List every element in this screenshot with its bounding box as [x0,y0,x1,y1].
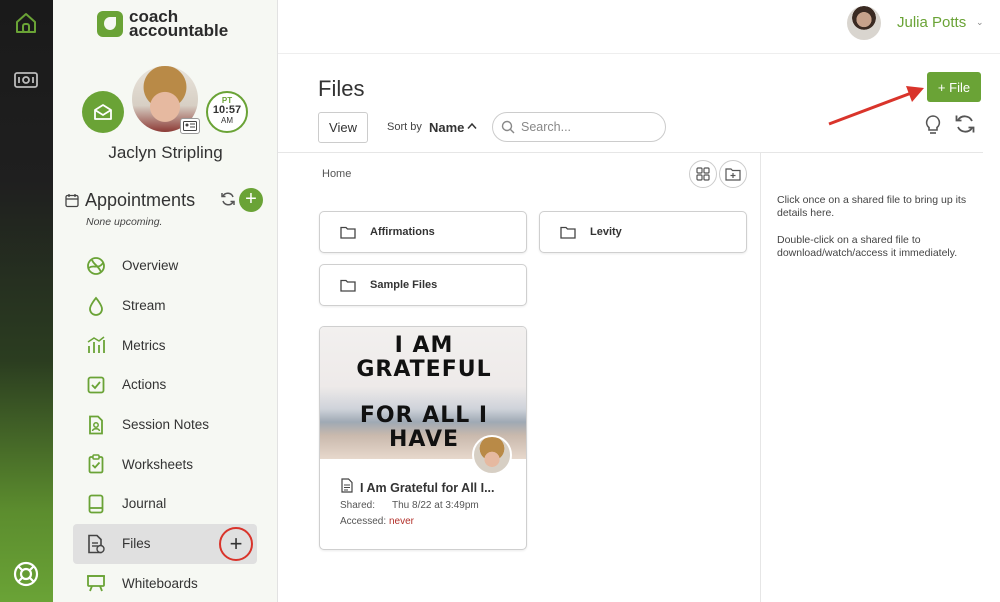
folder-icon [560,226,576,239]
details-panel-hint: Click once on a shared file to bring up … [777,194,967,259]
nav-item-actions[interactable]: Actions [73,365,257,405]
refresh-icon[interactable] [954,113,976,135]
new-folder-button[interactable] [719,160,747,188]
chevron-up-icon[interactable] [467,122,477,130]
add-appointment-button[interactable]: + [239,188,263,212]
nav-item-metrics[interactable]: Metrics [73,325,257,365]
nav-item-stream[interactable]: Stream [73,286,257,326]
folder-plus-icon [725,168,741,181]
chevron-down-icon[interactable]: ⌄ [976,17,984,28]
actions-check-icon [86,375,106,395]
header-divider [278,53,1000,54]
file-shared-row: Shared: Thu 8/22 at 3:49pm [340,500,479,511]
appointments-refresh-icon[interactable] [220,191,236,207]
nav-item-whiteboards[interactable]: Whiteboards [73,564,257,602]
add-file-button[interactable]: + File [927,72,981,102]
envelope-icon [94,104,112,120]
logo-leaf-icon [97,11,123,37]
search-input[interactable] [521,120,661,134]
nav-item-files[interactable]: Files + [73,523,257,564]
file-card[interactable]: I AM GRATEFUL FOR ALL I HAVE I Am Gratef… [319,326,527,550]
user-menu-name[interactable]: Julia Potts [897,14,966,31]
nav-item-journal[interactable]: Journal [73,484,257,524]
files-icon [86,534,106,554]
user-avatar[interactable] [847,6,881,40]
grid-view-button[interactable] [689,160,717,188]
journal-icon [86,494,106,514]
shared-by-avatar [472,435,512,475]
client-sidebar: coach accountable PT 10:57 AM Jaclyn Str… [53,0,278,602]
folder-affirmations[interactable]: Affirmations [319,211,527,253]
client-local-time: PT 10:57 AM [206,91,248,133]
whiteboard-icon [86,573,106,593]
sort-field-select[interactable]: Name [429,120,464,135]
lightbulb-icon[interactable] [923,114,943,136]
annotation-arrow [826,84,926,128]
metrics-icon [86,335,106,355]
sort-by-label: Sort by [387,121,422,133]
money-icon[interactable] [11,65,41,95]
app-rail [0,0,53,602]
nav-item-worksheets[interactable]: Worksheets [73,444,257,484]
document-icon [341,478,353,493]
client-name: Jaclyn Stripling [108,143,223,162]
client-card-icon[interactable] [180,118,200,134]
folder-icon [340,226,356,239]
session-notes-icon [86,415,106,435]
folder-icon [340,279,356,292]
appointments-title: Appointments [85,190,196,210]
home-icon[interactable] [11,8,41,38]
calendar-icon [65,194,79,208]
logo-text: coach accountable [129,7,229,40]
nav-item-overview[interactable]: Overview [73,246,257,286]
coach-accountable-logo[interactable]: coach accountable [97,7,229,40]
worksheets-icon [86,454,106,474]
folder-levity[interactable]: Levity [539,211,747,253]
breadcrumb[interactable]: Home [322,168,351,180]
appointments-header: Appointments [65,190,195,211]
help-lifebuoy-icon[interactable] [11,559,41,589]
details-divider [760,152,761,602]
view-button[interactable]: View [318,112,368,143]
client-nav: Overview Stream Metrics Actions Session … [73,246,257,602]
appointments-status: None upcoming. [86,216,163,228]
overview-icon [86,256,106,276]
nav-item-session-notes[interactable]: Session Notes [73,405,257,445]
toolbar-divider [278,152,983,153]
file-search[interactable] [492,112,666,142]
message-button[interactable] [82,91,124,133]
folder-sample-files[interactable]: Sample Files [319,264,527,306]
search-icon [501,120,515,134]
file-accessed-row: Accessed: never [340,516,415,527]
add-file-nav-button[interactable]: + [219,526,253,561]
stream-drop-icon [86,296,106,316]
page-title: Files [318,76,365,101]
grid-icon [696,167,710,181]
file-title: I Am Grateful for All I... [360,481,495,495]
